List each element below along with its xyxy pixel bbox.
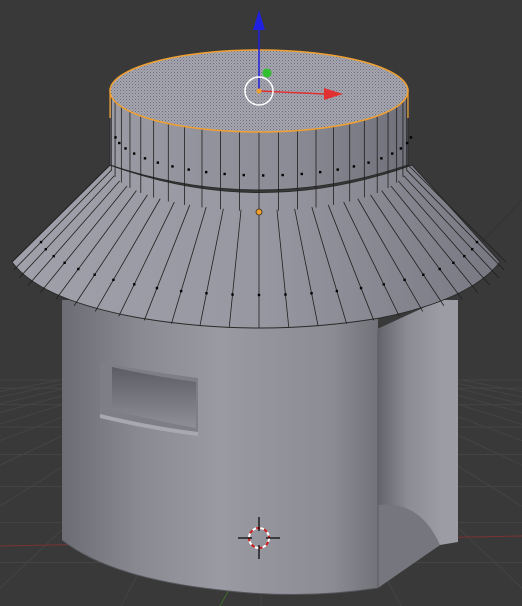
3d-viewport[interactable] bbox=[0, 0, 522, 606]
y-axis-handle[interactable] bbox=[262, 68, 272, 78]
viewport-scene[interactable] bbox=[0, 0, 522, 606]
z-arrow-icon[interactable] bbox=[253, 10, 265, 30]
cylinder-wall[interactable] bbox=[61, 300, 458, 596]
pivot-point bbox=[256, 88, 262, 94]
face-center-dot bbox=[255, 208, 263, 216]
